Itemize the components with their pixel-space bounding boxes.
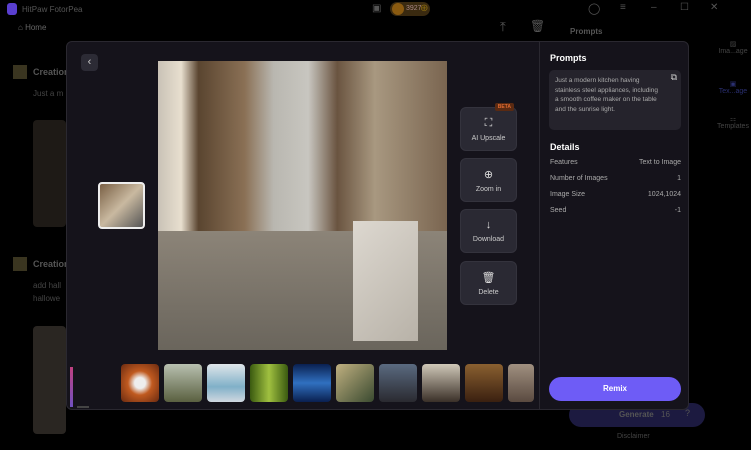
ai-upscale-button[interactable]: ⛶ AI Upscale BETA: [460, 103, 517, 151]
menu-icon[interactable]: ≡: [620, 2, 626, 13]
thumbnail[interactable]: [121, 364, 159, 402]
detail-row: Number of Images 1: [550, 175, 681, 182]
copy-icon[interactable]: ⧉: [671, 72, 677, 83]
title-bar: HitPaw FotorPea ▣ 3927 ⊕ ◯ ≡ – ☐ ✕: [0, 0, 751, 20]
beta-badge: BETA: [494, 103, 514, 111]
thumbnail[interactable]: [422, 364, 460, 402]
sidebar-item-templates[interactable]: ⚏ Templates: [715, 115, 751, 130]
creation-image[interactable]: [33, 326, 66, 434]
creation-title: Creation: [33, 259, 70, 269]
thumbnail[interactable]: [379, 364, 417, 402]
download-icon: ↓: [485, 219, 492, 231]
details-panel: Prompts Just a modern kitchen having sta…: [539, 42, 690, 409]
creation-avatar: [13, 65, 27, 79]
strip-edge: [70, 367, 73, 407]
scrollbar[interactable]: [77, 406, 89, 408]
thumbnail[interactable]: [508, 364, 534, 402]
thumbnail[interactable]: [250, 364, 288, 402]
thumbnail[interactable]: [465, 364, 503, 402]
creation-avatar: [13, 257, 27, 271]
right-sidebar: ▨ Ima...age ▣ Tex...age ⚏ Templates: [715, 20, 751, 130]
disclaimer-link[interactable]: Disclaimer: [617, 433, 650, 440]
account-icon[interactable]: ◯: [588, 2, 600, 15]
creation-prompt: Just a m: [33, 89, 64, 98]
prompt-text: Just a modern kitchen having stainless s…: [555, 77, 658, 113]
detail-row: Image Size 1024,1024: [550, 191, 681, 198]
details-list: Features Text to Image Number of Images 1 …: [550, 159, 681, 223]
maximize-icon[interactable]: ☐: [680, 2, 689, 13]
upscale-icon: ⛶: [484, 116, 493, 129]
thumbnail[interactable]: [164, 364, 202, 402]
creation-prompt: add hall: [33, 281, 62, 290]
bg-prompts-title: Prompts: [570, 27, 603, 36]
detail-row: Seed -1: [550, 207, 681, 214]
creation-title: Creation: [33, 67, 70, 77]
download-button[interactable]: ↓ Download: [460, 209, 517, 253]
home-nav[interactable]: ⌂ Home: [18, 23, 46, 32]
creation-image[interactable]: [33, 120, 66, 227]
main-image: [158, 61, 447, 350]
thumbnail[interactable]: [207, 364, 245, 402]
trash-icon[interactable]: 🗑: [530, 19, 545, 33]
details-title: Details: [550, 142, 580, 152]
thumbnail[interactable]: [336, 364, 374, 402]
detail-row: Features Text to Image: [550, 159, 681, 166]
prompt-box: Just a modern kitchen having stainless s…: [549, 70, 681, 130]
selected-thumbnail[interactable]: [98, 182, 145, 229]
minimize-icon[interactable]: –: [651, 2, 657, 13]
app-title: HitPaw FotorPea: [22, 5, 83, 14]
home-icon: ⌂: [18, 23, 26, 32]
close-icon[interactable]: ✕: [710, 2, 718, 13]
back-button[interactable]: ‹: [81, 54, 98, 71]
chat-icon[interactable]: ▣: [372, 3, 381, 14]
remix-button[interactable]: Remix: [549, 377, 681, 401]
image-viewer-modal: ‹ ⛶ AI Upscale BETA ⊕ Zoom in ↓ Download…: [66, 41, 689, 410]
sidebar-item-text[interactable]: ▣ Tex...age: [715, 80, 751, 95]
thumbnail[interactable]: [293, 364, 331, 402]
delete-button[interactable]: 🗑 Delete: [460, 261, 517, 305]
prompts-title: Prompts: [550, 53, 587, 63]
zoom-in-button[interactable]: ⊕ Zoom in: [460, 158, 517, 202]
creation-prompt: hallowe: [33, 294, 61, 303]
upload-icon[interactable]: ⤒: [500, 19, 506, 35]
delete-icon: 🗑: [481, 271, 496, 284]
help-icon[interactable]: ?: [685, 408, 690, 418]
app-logo-icon: [7, 3, 17, 15]
sidebar-item-image[interactable]: ▨ Ima...age: [715, 40, 751, 55]
zoom-in-icon: ⊕: [483, 168, 494, 181]
add-credits-icon[interactable]: ⊕: [420, 3, 428, 14]
